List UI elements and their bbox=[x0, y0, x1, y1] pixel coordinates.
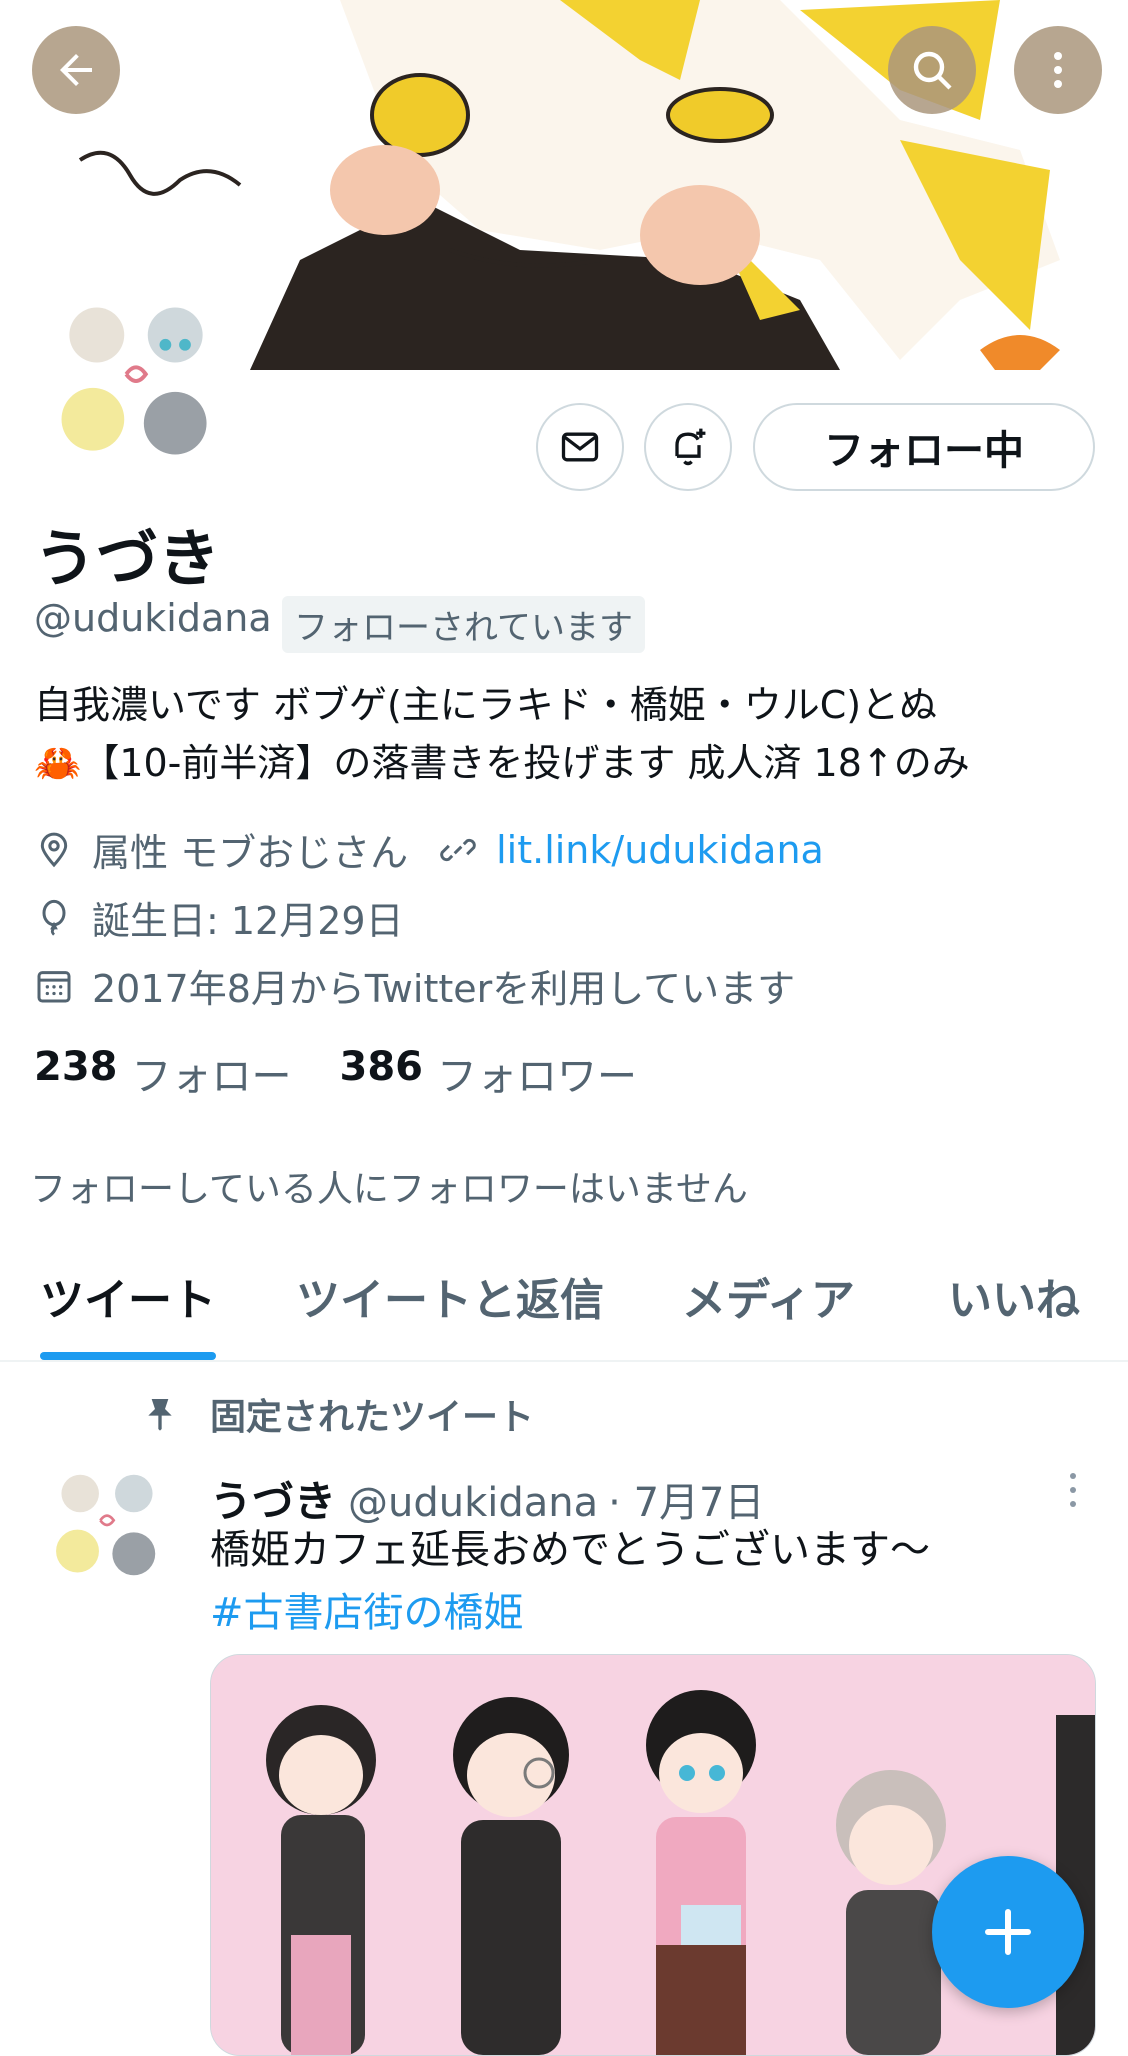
location-text: 属性 モブおじさん bbox=[92, 831, 409, 875]
followers-stat[interactable]: 386 フォロワー bbox=[340, 1044, 638, 1102]
profile-meta-location-link: 属性 モブおじさん lit.link/udukidana bbox=[34, 822, 824, 877]
more-options-button[interactable] bbox=[1014, 26, 1102, 114]
back-button[interactable] bbox=[32, 26, 120, 114]
tab-tweets[interactable]: ツイート bbox=[40, 1246, 216, 1360]
following-label: フォロー bbox=[131, 1054, 292, 1100]
pinned-text: 固定されたツイート bbox=[210, 1397, 535, 1438]
tweet-text: 橋姫カフェ延長おめでとうございます〜 bbox=[210, 1527, 930, 1573]
following-count: 238 bbox=[34, 1044, 118, 1090]
follows-you-badge: フォローされています bbox=[282, 596, 645, 653]
tab-likes[interactable]: いいね bbox=[948, 1246, 1080, 1346]
profile-meta-joined: 2017年8月からTwitterを利用しています bbox=[34, 958, 795, 1013]
tweet-author-name[interactable]: うづき bbox=[210, 1468, 336, 1529]
mutual-followers-note: フォローしている人にフォロワーはいません bbox=[30, 1169, 748, 1210]
username: @udukidana bbox=[34, 596, 272, 640]
bell-plus-icon bbox=[675, 428, 706, 466]
envelope-icon bbox=[561, 432, 599, 462]
profile-tabs: ツイート ツイートと返信 メディア いいね bbox=[0, 1246, 1128, 1362]
display-name: うづき bbox=[34, 522, 221, 595]
joined-text: 2017年8月からTwitterを利用しています bbox=[92, 967, 796, 1011]
plus-icon bbox=[985, 1909, 1031, 1955]
pinned-tweet-label: 固定されたツイート bbox=[140, 1388, 534, 1440]
profile-avatar[interactable] bbox=[32, 280, 240, 488]
calendar-icon bbox=[37, 970, 71, 1002]
tweet-hashtag[interactable]: #古書店街の橋姫 bbox=[210, 1580, 524, 1638]
bio-line: 🦀【10-前半済】の落書きを投げます 成人済 18↑のみ bbox=[34, 741, 970, 785]
more-vertical-icon bbox=[1070, 1473, 1076, 1507]
compose-tweet-button[interactable] bbox=[932, 1856, 1084, 2008]
notification-button[interactable] bbox=[644, 403, 732, 491]
birthday-text: 誕生日: 12月29日 bbox=[92, 899, 404, 943]
message-button[interactable] bbox=[536, 403, 624, 491]
tweet-header: うづき @udukidana · 7月7日 bbox=[210, 1468, 764, 1529]
link-icon bbox=[440, 838, 476, 861]
more-vertical-icon bbox=[1054, 52, 1062, 88]
follow-stats: 238 フォロー 386 フォロワー bbox=[34, 1044, 685, 1102]
tweet-author-handle[interactable]: @udukidana bbox=[348, 1480, 598, 1526]
balloon-icon bbox=[42, 899, 66, 936]
arrow-left-icon bbox=[60, 54, 92, 86]
tweet-media-image[interactable] bbox=[210, 1654, 1096, 2056]
profile-bio: 自我濃いです ボブゲ(主にラキド・橋姫・ウルC)とぬ 🦀【10-前半済】の落書き… bbox=[34, 676, 1094, 792]
profile-link[interactable]: lit.link/udukidana bbox=[496, 828, 824, 872]
tab-tweets-and-replies[interactable]: ツイートと返信 bbox=[296, 1246, 604, 1346]
search-icon bbox=[913, 51, 952, 90]
search-button[interactable] bbox=[888, 26, 976, 114]
tweet-date[interactable]: · 7月7日 bbox=[608, 1470, 764, 1528]
tweet-more-button[interactable] bbox=[1058, 1470, 1088, 1510]
profile-meta-birthday: 誕生日: 12月29日 bbox=[34, 890, 404, 945]
following-button[interactable]: フォロー中 bbox=[753, 403, 1095, 491]
followers-count: 386 bbox=[339, 1044, 424, 1090]
followers-label: フォロワー bbox=[437, 1054, 637, 1100]
pin-icon bbox=[148, 1399, 172, 1431]
tab-media[interactable]: メディア bbox=[682, 1246, 855, 1346]
following-stat[interactable]: 238 フォロー bbox=[34, 1044, 292, 1102]
tweet-author-avatar[interactable] bbox=[40, 1460, 174, 1594]
bio-line: 自我濃いです ボブゲ(主にラキド・橋姫・ウルC)とぬ bbox=[34, 683, 938, 727]
location-pin-icon bbox=[40, 832, 68, 867]
